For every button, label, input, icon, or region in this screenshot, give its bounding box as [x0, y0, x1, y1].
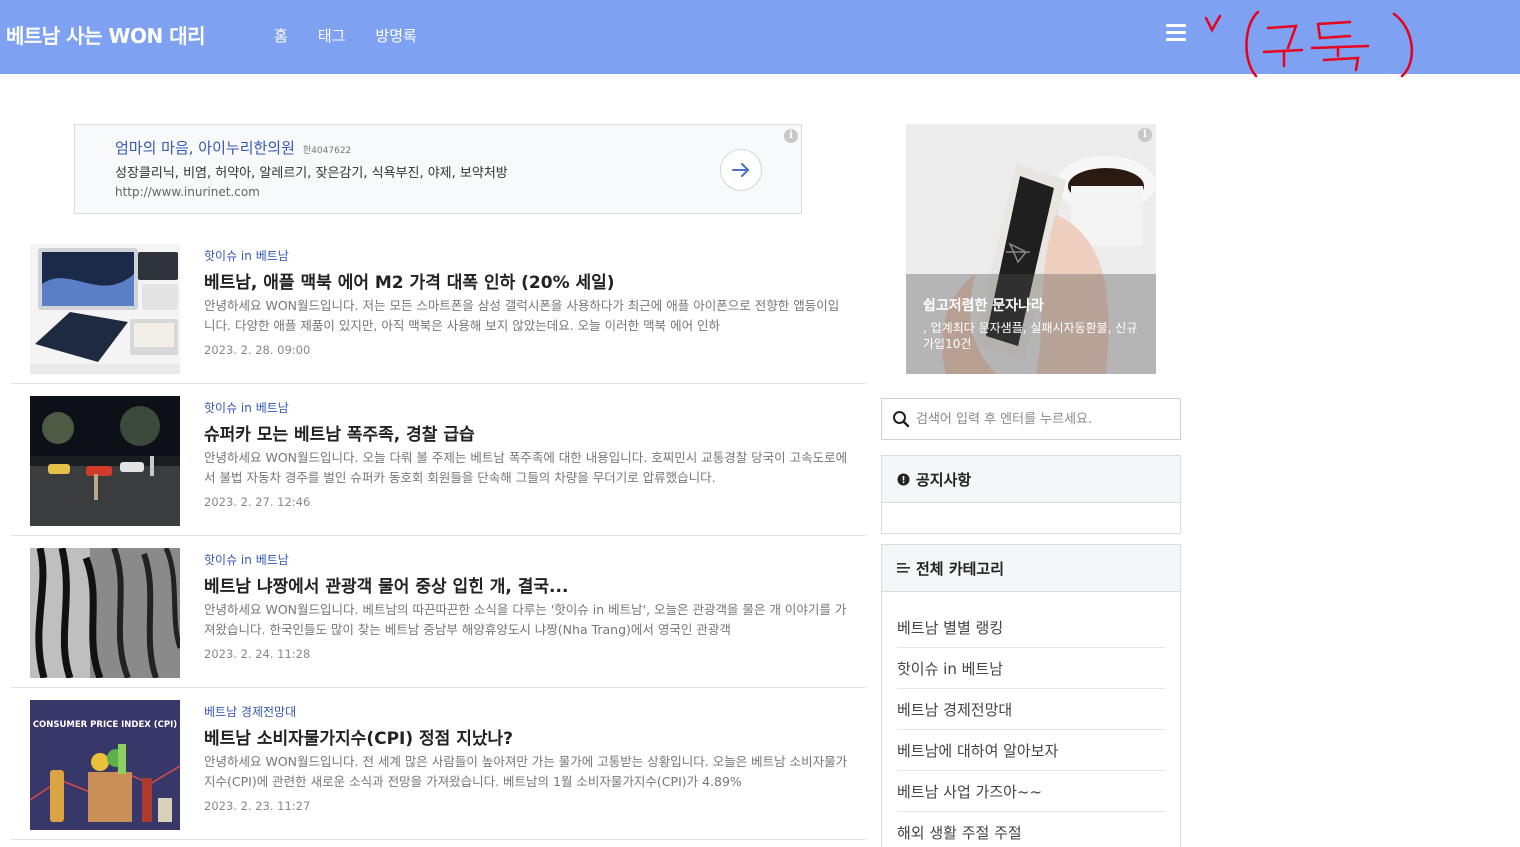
arrow-right-icon	[732, 163, 749, 177]
post-thumbnail[interactable]	[30, 548, 180, 678]
post-thumbnail[interactable]: CONSUMER PRICE INDEX (CPI)	[30, 700, 180, 830]
post-excerpt: 안녕하세요 WON월드입니다. 오늘 다뤄 볼 주제는 베트남 폭주족에 대한 …	[204, 450, 848, 485]
category-list: 베트남 별별 랭킹 핫이슈 in 베트남 베트남 경제전망대 베트남에 대하여 …	[882, 607, 1180, 847]
post-title[interactable]: 슈퍼카 모는 베트남 폭주족, 경찰 급습	[204, 420, 475, 445]
post-category[interactable]: 핫이슈 in 베트남	[204, 551, 289, 568]
nav-home[interactable]: 홈	[274, 25, 288, 46]
ad-side-title[interactable]: 쉽고저렴한 문자나라	[923, 295, 1044, 315]
post-thumbnail[interactable]	[30, 244, 180, 374]
post-title[interactable]: 베트남, 애플 맥북 에어 M2 가격 대폭 인하 (20% 세일)	[204, 268, 615, 293]
post-item[interactable]: 핫이슈 in 베트남 베트남 냐짱에서 관광객 물어 중상 입힌 개, 결국..…	[11, 548, 866, 688]
nav-guestbook[interactable]: 방명록	[375, 25, 416, 46]
svg-text:CONSUMER PRICE INDEX (CPI): CONSUMER PRICE INDEX (CPI)	[33, 720, 177, 730]
post-item[interactable]: 핫이슈 in 베트남 베트남, 애플 맥북 에어 M2 가격 대폭 인하 (20…	[11, 244, 866, 384]
post-category[interactable]: 핫이슈 in 베트남	[204, 399, 289, 416]
site-title[interactable]: 베트남 사는 WON 대리	[6, 20, 206, 49]
list-icon	[897, 562, 910, 574]
post-item[interactable]: 핫이슈 in 베트남 슈퍼카 모는 베트남 폭주족, 경찰 급습 안녕하세요 W…	[11, 396, 866, 536]
hamburger-menu-icon[interactable]	[1166, 24, 1186, 42]
notice-widget: 공지사항	[881, 455, 1181, 534]
ad-description: 성장클리닉, 비염, 허약아, 알레르기, 잦은감기, 식욕부진, 야제, 보약…	[115, 166, 508, 181]
post-category[interactable]: 핫이슈 in 베트남	[204, 247, 289, 264]
ad-arrow-button[interactable]	[720, 149, 762, 191]
main-nav: 홈 태그 방명록	[274, 25, 447, 46]
ad-title[interactable]: 엄마의 마음, 아이누리한의원 한4047622	[115, 137, 351, 158]
search-input[interactable]	[916, 408, 1166, 430]
post-title[interactable]: 베트남 냐짱에서 관광객 물어 중상 입힌 개, 결국...	[204, 572, 568, 597]
post-date: 2023. 2. 27. 12:46	[204, 495, 311, 509]
category-widget: 전체 카테고리 베트남 별별 랭킹 핫이슈 in 베트남 베트남 경제전망대 베…	[881, 544, 1181, 847]
post-item[interactable]: CONSUMER PRICE INDEX (CPI) 베트남 경제전망대 베트남…	[11, 700, 866, 840]
category-item[interactable]: 해외 생활 주절 주절	[897, 812, 1165, 847]
post-excerpt: 안녕하세요 WON월드입니다. 전 세계 많은 사람들이 높아져만 가는 물가에…	[204, 754, 848, 789]
ad-info-icon[interactable]: i	[784, 129, 798, 143]
post-date: 2023. 2. 28. 09:00	[204, 343, 311, 357]
post-excerpt: 안녕하세요 WON월드입니다. 베트남의 따끈따끈한 소식을 다루는 '핫이슈 …	[204, 602, 847, 637]
post-excerpt: 안녕하세요 WON월드입니다. 저는 모든 스마트폰을 삼성 갤럭시폰을 사용하…	[204, 298, 840, 333]
ad-info-icon[interactable]: i	[1138, 128, 1152, 142]
top-banner-ad[interactable]: 엄마의 마음, 아이누리한의원 한4047622 성장클리닉, 비염, 허약아, …	[74, 124, 802, 214]
search-box	[881, 398, 1181, 440]
post-category[interactable]: 베트남 경제전망대	[204, 703, 296, 720]
ad-url[interactable]: http://www.inurinet.com	[115, 185, 260, 199]
notice-title: 공지사항	[916, 470, 972, 489]
category-item[interactable]: 베트남에 대하여 알아보자	[897, 730, 1165, 771]
post-thumbnail[interactable]	[30, 396, 180, 526]
category-header: 전체 카테고리	[882, 545, 1180, 592]
category-item[interactable]: 핫이슈 in 베트남	[897, 648, 1165, 689]
handwritten-annotation	[1204, 10, 1414, 78]
post-date: 2023. 2. 23. 11:27	[204, 799, 311, 813]
nav-tags[interactable]: 태그	[318, 25, 346, 46]
post-date: 2023. 2. 24. 11:28	[204, 647, 311, 661]
category-title: 전체 카테고리	[916, 559, 1005, 578]
category-item[interactable]: 베트남 별별 랭킹	[897, 607, 1165, 648]
notice-header: 공지사항	[882, 456, 1180, 503]
category-item[interactable]: 베트남 사업 가즈아~~	[897, 771, 1165, 812]
post-title[interactable]: 베트남 소비자물가지수(CPI) 정점 지났나?	[204, 724, 513, 749]
search-icon[interactable]	[892, 410, 910, 428]
ad-side-description: , 업계최다 문자샘플, 실패시자동환불, 신규가입10건	[923, 321, 1138, 351]
sidebar-banner-ad[interactable]: 쉽고저렴한 문자나라 , 업계최다 문자샘플, 실패시자동환불, 신규가입10건…	[906, 124, 1156, 374]
site-header: 베트남 사는 WON 대리 홈 태그 방명록	[0, 0, 1520, 78]
category-item[interactable]: 베트남 경제전망대	[897, 689, 1165, 730]
info-circle-icon	[897, 473, 910, 486]
